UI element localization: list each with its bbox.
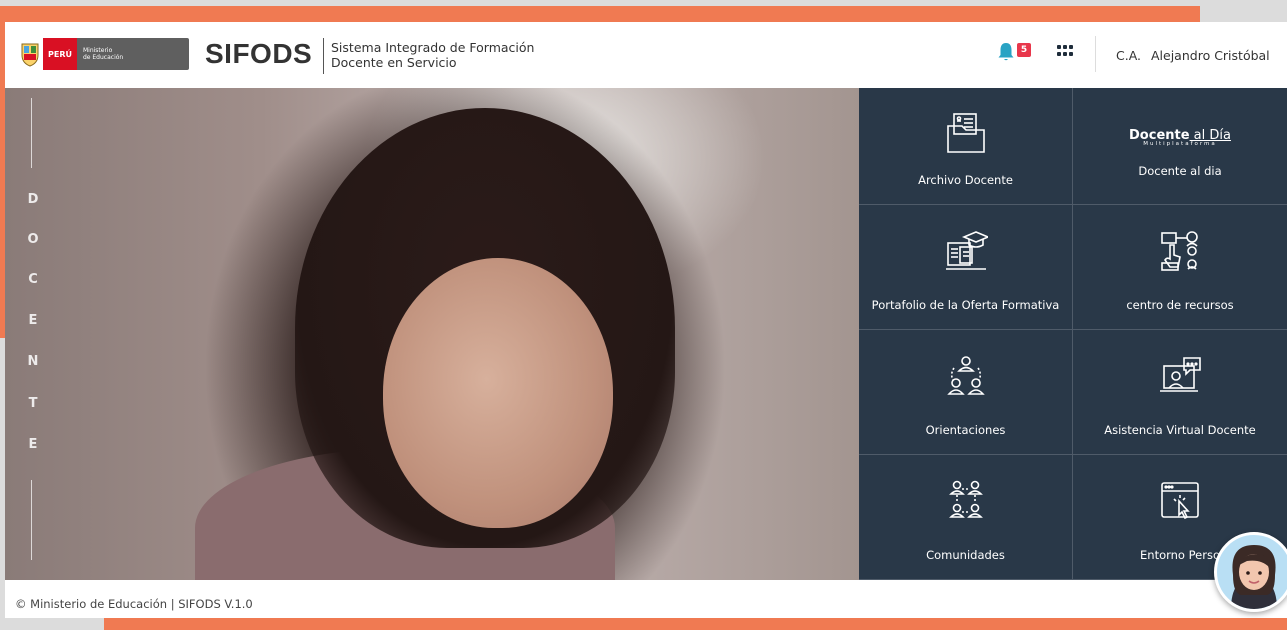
tile-portafolio[interactable]: Portafolio de la Oferta Formativa bbox=[859, 205, 1073, 330]
tile-label: centro de recursos bbox=[1126, 298, 1234, 312]
docente-al-dia-logo: Docente al Día Multiplataforma bbox=[1073, 124, 1287, 147]
portfolio-icon bbox=[945, 231, 988, 270]
resources-center-icon bbox=[1161, 231, 1198, 271]
tile-docente-al-dia[interactable]: Docente al Día Multiplataforma Docente a… bbox=[1073, 88, 1287, 205]
tile-label: Docente al dia bbox=[1138, 164, 1222, 178]
orientation-group-icon bbox=[946, 356, 985, 395]
header: PERÚ Ministerio de Educación SIFODS Sist… bbox=[5, 22, 1287, 88]
decorative-bottom-bar bbox=[104, 616, 1287, 630]
vertical-letter: T bbox=[28, 396, 38, 411]
brand-subtitle-line2: Docente en Servicio bbox=[331, 55, 457, 70]
footer-copyright: © Ministerio de Educación | SIFODS V.1.0 bbox=[15, 597, 253, 611]
archive-folder-icon bbox=[946, 113, 985, 153]
header-divider bbox=[1095, 36, 1096, 72]
vertical-letter: C bbox=[28, 272, 38, 287]
personal-environment-icon bbox=[1161, 482, 1199, 520]
gov-logo[interactable]: PERÚ Ministerio de Educación bbox=[17, 38, 189, 70]
user-name[interactable]: Alejandro Cristóbal bbox=[1151, 48, 1270, 63]
user-initials[interactable]: C.A. bbox=[1116, 48, 1141, 63]
tile-label: Orientaciones bbox=[925, 423, 1006, 437]
tile-label: Portafolio de la Oferta Formativa bbox=[871, 298, 1060, 312]
vertical-letter: E bbox=[28, 313, 38, 328]
assistant-avatar-icon bbox=[1231, 545, 1277, 609]
virtual-assistant-icon bbox=[1160, 357, 1201, 392]
brand-subtitle: Sistema Integrado de Formación Docente e… bbox=[331, 40, 534, 70]
brand-subtitle-line1: Sistema Integrado de Formación bbox=[331, 40, 535, 55]
bell-icon[interactable] bbox=[997, 42, 1015, 62]
vertical-line-bottom bbox=[31, 480, 32, 560]
communities-icon bbox=[948, 480, 983, 518]
brand-divider bbox=[323, 38, 324, 74]
virtual-assistant-avatar[interactable] bbox=[1214, 532, 1287, 612]
logo-sub-text: Multiplataforma bbox=[1143, 141, 1217, 147]
tile-orientaciones[interactable]: Orientaciones bbox=[859, 330, 1073, 455]
brand-logo[interactable]: SIFODS bbox=[205, 38, 312, 70]
gov-ministry-line2: de Educación bbox=[82, 54, 124, 61]
docente-vertical-label: D O C E N T E bbox=[5, 88, 61, 580]
vertical-letter: O bbox=[27, 232, 39, 247]
hero-face-shape bbox=[383, 258, 613, 528]
tile-label: Archivo Docente bbox=[918, 173, 1013, 187]
tile-archivo-docente[interactable]: Archivo Docente bbox=[859, 88, 1073, 205]
vertical-letter: D bbox=[27, 192, 39, 207]
apps-grid-icon[interactable] bbox=[1057, 45, 1073, 57]
app-frame: PERÚ Ministerio de Educación SIFODS Sist… bbox=[5, 22, 1287, 618]
gov-ministry-label: Ministerio de Educación bbox=[76, 38, 189, 70]
gov-country-label: PERÚ bbox=[43, 38, 77, 70]
tile-asistencia-virtual[interactable]: Asistencia Virtual Docente bbox=[1073, 330, 1287, 455]
gov-ministry-line1: Ministerio bbox=[82, 47, 113, 54]
tile-label: Asistencia Virtual Docente bbox=[1104, 423, 1256, 437]
vertical-letter: E bbox=[28, 437, 38, 452]
footer: © Ministerio de Educación | SIFODS V.1.0 bbox=[5, 580, 1287, 618]
vertical-line-top bbox=[31, 98, 32, 168]
tile-label: Comunidades bbox=[926, 548, 1005, 562]
vertical-letter: N bbox=[27, 354, 39, 369]
notification-badge[interactable]: 5 bbox=[1017, 43, 1031, 57]
peru-shield-icon bbox=[17, 38, 43, 70]
tile-comunidades[interactable]: Comunidades bbox=[859, 455, 1073, 580]
tile-centro-recursos[interactable]: centro de recursos bbox=[1073, 205, 1287, 330]
services-menu: Archivo Docente Docente al Día Multiplat… bbox=[859, 88, 1287, 580]
hero-image bbox=[5, 88, 859, 580]
